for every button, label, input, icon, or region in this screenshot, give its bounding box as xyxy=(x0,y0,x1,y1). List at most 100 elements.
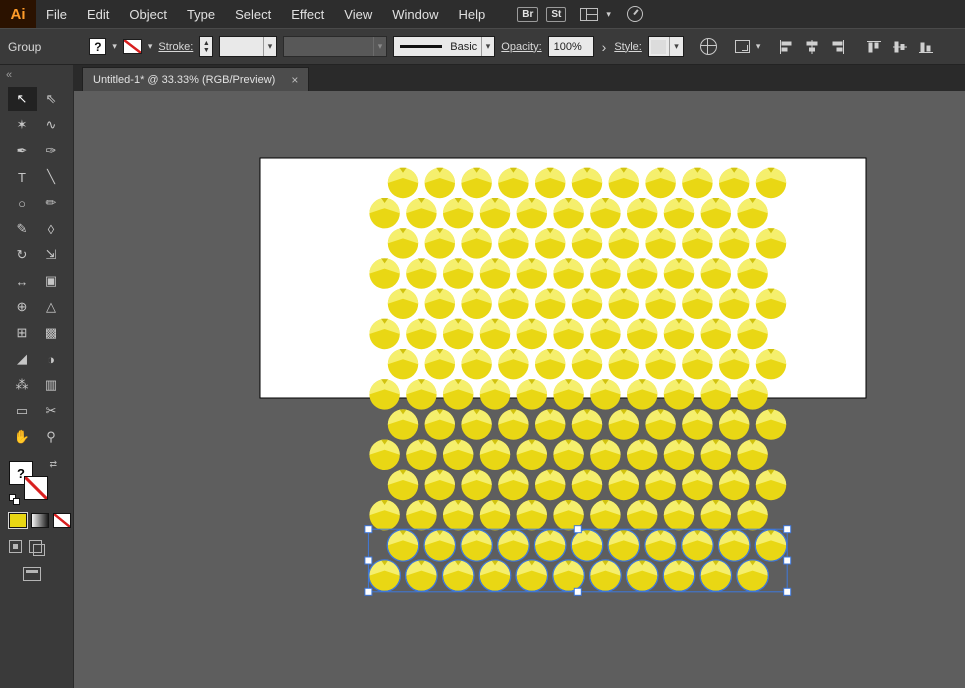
pattern-blob[interactable] xyxy=(517,500,547,530)
selection-handle[interactable] xyxy=(784,588,791,595)
pattern-blob[interactable] xyxy=(719,349,749,379)
none-button[interactable] xyxy=(53,513,71,528)
selection-handle[interactable] xyxy=(574,588,581,595)
pattern-blob[interactable] xyxy=(590,258,620,288)
pattern-blob[interactable] xyxy=(590,198,620,228)
menu-view[interactable]: View xyxy=(334,0,382,28)
pattern-blob[interactable] xyxy=(498,530,530,562)
pattern-blob[interactable] xyxy=(645,470,675,500)
canvas[interactable] xyxy=(74,91,965,688)
pattern-blob[interactable] xyxy=(682,168,712,198)
pattern-blob[interactable] xyxy=(516,560,548,592)
pattern-blob[interactable] xyxy=(627,258,657,288)
stock-button[interactable]: St xyxy=(546,7,566,22)
stepper-up-icon[interactable]: ▲ xyxy=(203,40,210,47)
pattern-blob[interactable] xyxy=(608,530,640,562)
draw-behind-button[interactable] xyxy=(29,540,42,553)
pattern-blob[interactable] xyxy=(682,470,712,500)
pattern-blob[interactable] xyxy=(406,560,438,592)
pattern-blob[interactable] xyxy=(719,470,749,500)
width-tool[interactable]: ↔ xyxy=(8,269,37,293)
pattern-blob[interactable] xyxy=(663,560,695,592)
pattern-blob[interactable] xyxy=(461,168,491,198)
pattern-blob[interactable] xyxy=(425,349,455,379)
pattern-blob[interactable] xyxy=(609,409,639,439)
zoom-tool[interactable]: ⚲ xyxy=(37,425,66,449)
pattern-blob[interactable] xyxy=(701,258,731,288)
pattern-blob[interactable] xyxy=(425,409,455,439)
pattern-blob[interactable] xyxy=(535,409,565,439)
chevron-down-icon[interactable]: ▾ xyxy=(148,41,153,52)
pattern-blob[interactable] xyxy=(737,379,767,409)
align-top-button[interactable] xyxy=(866,39,882,55)
pattern-blob[interactable] xyxy=(498,228,528,258)
pattern-blob[interactable] xyxy=(443,258,473,288)
direct-selection-tool[interactable]: ⇖ xyxy=(37,87,66,111)
pattern-blob[interactable] xyxy=(388,289,418,319)
pattern-blob[interactable] xyxy=(572,289,602,319)
paintbrush-tool[interactable]: ✏ xyxy=(37,191,66,215)
symbol-sprayer-tool[interactable]: ⁂ xyxy=(8,373,37,397)
pattern-blob[interactable] xyxy=(609,289,639,319)
chevron-down-icon[interactable]: ▾ xyxy=(606,9,611,20)
stroke-label[interactable]: Stroke: xyxy=(158,41,193,53)
pattern-blob[interactable] xyxy=(498,168,528,198)
pattern-blob[interactable] xyxy=(461,530,493,562)
pattern-blob[interactable] xyxy=(461,228,491,258)
pattern-blob[interactable] xyxy=(700,560,732,592)
pattern-blob[interactable] xyxy=(701,500,731,530)
pattern-blob[interactable] xyxy=(480,500,510,530)
chevron-down-icon[interactable]: ▾ xyxy=(112,41,117,52)
pattern-blob[interactable] xyxy=(719,168,749,198)
pattern-blob[interactable] xyxy=(553,440,583,470)
free-transform-tool[interactable]: ▣ xyxy=(37,269,66,293)
pattern-blob[interactable] xyxy=(645,409,675,439)
pattern-blob[interactable] xyxy=(737,440,767,470)
pattern-blob[interactable] xyxy=(737,258,767,288)
collapse-panel-icon[interactable]: « xyxy=(0,65,73,87)
scale-tool[interactable]: ⇲ xyxy=(37,243,66,267)
pattern-blob[interactable] xyxy=(553,198,583,228)
pattern-blob[interactable] xyxy=(627,440,657,470)
pattern-blob[interactable] xyxy=(535,470,565,500)
pattern-blob[interactable] xyxy=(645,349,675,379)
stroke-weight-combo[interactable]: ▾ xyxy=(219,36,277,57)
pattern-blob[interactable] xyxy=(480,379,510,409)
style-label[interactable]: Style: xyxy=(614,41,642,53)
pattern-blob[interactable] xyxy=(443,500,473,530)
pattern-blob[interactable] xyxy=(553,319,583,349)
pattern-blob[interactable] xyxy=(737,319,767,349)
gradient-button[interactable] xyxy=(31,513,49,528)
opacity-label[interactable]: Opacity: xyxy=(501,41,541,53)
appearance-proxy[interactable]: ? xyxy=(89,38,106,55)
pattern-blob[interactable] xyxy=(572,228,602,258)
chevron-down-icon[interactable]: ▾ xyxy=(373,37,387,56)
pattern-blob[interactable] xyxy=(480,319,510,349)
pattern-blob[interactable] xyxy=(461,289,491,319)
pattern-blob[interactable] xyxy=(535,349,565,379)
brush-definition-combo[interactable]: Basic ▾ xyxy=(393,36,495,57)
menu-file[interactable]: File xyxy=(36,0,77,28)
variable-width-combo[interactable]: ▾ xyxy=(283,36,387,57)
stroke-proxy[interactable] xyxy=(24,476,48,500)
pattern-blob[interactable] xyxy=(406,198,436,228)
align-right-button[interactable] xyxy=(830,39,846,55)
pattern-blob[interactable] xyxy=(701,379,731,409)
magic-wand-tool[interactable]: ✶ xyxy=(8,113,37,137)
menu-window[interactable]: Window xyxy=(382,0,448,28)
pattern-blob[interactable] xyxy=(572,470,602,500)
tab-close-icon[interactable]: × xyxy=(291,73,298,87)
pattern-blob[interactable] xyxy=(425,228,455,258)
pattern-blob[interactable] xyxy=(553,258,583,288)
blend-tool[interactable]: ◑ xyxy=(37,347,66,371)
ellipse-tool[interactable]: ○ xyxy=(8,191,37,215)
fill-none-swatch[interactable] xyxy=(123,39,142,54)
menu-type[interactable]: Type xyxy=(177,0,225,28)
pattern-blob[interactable] xyxy=(517,319,547,349)
swap-fill-stroke-icon[interactable]: ⇄ xyxy=(49,459,57,470)
pattern-blob[interactable] xyxy=(572,349,602,379)
gauge-icon[interactable] xyxy=(627,6,643,22)
selection-handle[interactable] xyxy=(365,588,372,595)
menu-help[interactable]: Help xyxy=(448,0,495,28)
bridge-button[interactable]: Br xyxy=(517,7,538,22)
